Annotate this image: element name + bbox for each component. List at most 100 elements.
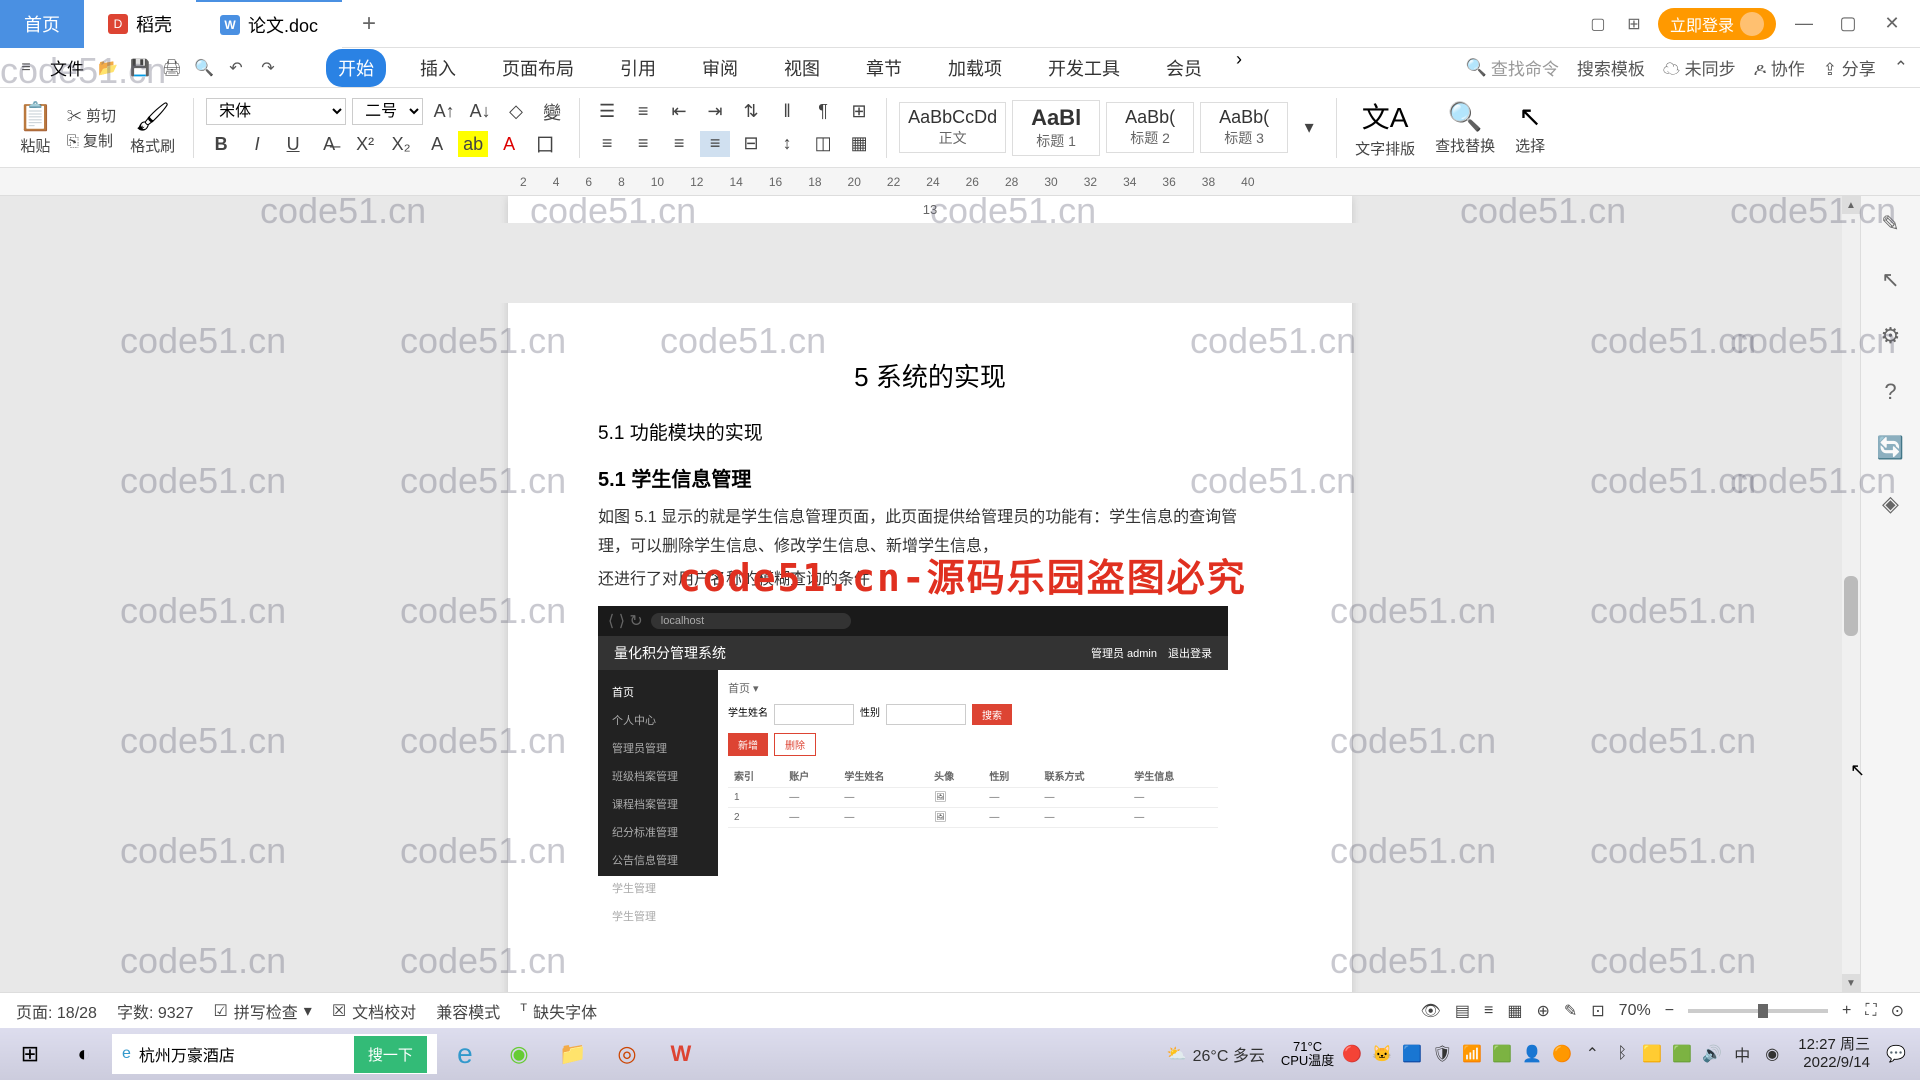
tray-icon[interactable]: 🐱 bbox=[1370, 1042, 1394, 1066]
ribbon-tab-addon[interactable]: 加载项 bbox=[936, 49, 1014, 87]
eye-icon[interactable]: 👁 bbox=[1421, 1001, 1441, 1021]
tab-home[interactable]: 首页 bbox=[0, 0, 84, 48]
spellcheck-button[interactable]: ☑ 拼写检查 ▾ bbox=[213, 999, 311, 1023]
style-normal[interactable]: AaBbCcDd正文 bbox=[899, 102, 1006, 153]
number-list-icon[interactable]: ≡ bbox=[628, 99, 658, 125]
zoom-fit-icon[interactable]: ⊡ bbox=[1591, 1001, 1604, 1021]
template-search[interactable]: 搜索模板 bbox=[1577, 55, 1645, 80]
style-h1[interactable]: AaBl标题 1 bbox=[1012, 100, 1100, 156]
align-left-icon[interactable]: ≡ bbox=[592, 131, 622, 157]
ribbon-tab-view[interactable]: 视图 bbox=[772, 49, 832, 87]
cut-button[interactable]: ✂ 剪切 bbox=[67, 105, 116, 126]
volume-icon[interactable]: 🔊 bbox=[1700, 1042, 1724, 1066]
weather-widget[interactable]: ⛅ 26°C 多云 bbox=[1157, 1042, 1275, 1066]
missing-font-button[interactable]: ᵀ 缺失字体 bbox=[520, 999, 597, 1023]
tray-icon[interactable]: 🛡 bbox=[1430, 1042, 1454, 1066]
tray-expand-icon[interactable]: ⌃ bbox=[1580, 1042, 1604, 1066]
grow-font-icon[interactable]: A↑ bbox=[429, 99, 459, 125]
taskbar-search[interactable]: e 搜一下 bbox=[112, 1034, 437, 1074]
view-outline-icon[interactable]: ≡ bbox=[1484, 1002, 1493, 1020]
select-icon[interactable]: ↖ bbox=[1875, 264, 1907, 296]
ribbon-tab-dev[interactable]: 开发工具 bbox=[1036, 49, 1132, 87]
print-icon[interactable]: 🖨 bbox=[158, 54, 186, 82]
ribbon-tab-review[interactable]: 审阅 bbox=[690, 49, 750, 87]
border-icon[interactable]: ▦ bbox=[844, 131, 874, 157]
tab-docshell[interactable]: D 稻壳 bbox=[84, 0, 196, 48]
word-count[interactable]: 字数: 9327 bbox=[117, 999, 194, 1023]
redo-icon[interactable]: ↷ bbox=[254, 54, 282, 82]
grid-icon[interactable]: ⊞ bbox=[1622, 12, 1646, 36]
highlight-button[interactable]: ab bbox=[458, 131, 488, 157]
settings-icon[interactable]: ⚙ bbox=[1875, 320, 1907, 352]
wifi-icon[interactable]: 📶 bbox=[1460, 1042, 1484, 1066]
pencil-icon[interactable]: ✎ bbox=[1875, 208, 1907, 240]
tray-icon[interactable]: 🔴 bbox=[1340, 1042, 1364, 1066]
align-justify-icon[interactable]: ≡ bbox=[700, 131, 730, 157]
align-right-icon[interactable]: ≡ bbox=[664, 131, 694, 157]
phonetic-icon[interactable]: 變 bbox=[537, 99, 567, 125]
italic-button[interactable]: I bbox=[242, 131, 272, 157]
expand-icon[interactable]: ⊙ bbox=[1891, 1001, 1904, 1021]
tray-icon[interactable]: 👤 bbox=[1520, 1042, 1544, 1066]
page-indicator[interactable]: 页面: 18/28 bbox=[16, 999, 97, 1023]
collab-button[interactable]: ዶ 协作 bbox=[1754, 55, 1805, 80]
tray-icon[interactable]: 🟩 bbox=[1670, 1042, 1694, 1066]
browser-icon[interactable]: ◉ bbox=[493, 1032, 545, 1076]
undo-icon[interactable]: ↶ bbox=[222, 54, 250, 82]
translate-icon[interactable]: 🔄 bbox=[1875, 432, 1907, 464]
app-icon[interactable]: ◎ bbox=[601, 1032, 653, 1076]
bullet-list-icon[interactable]: ☰ bbox=[592, 99, 622, 125]
document-area[interactable]: 13 5 系统的实现 5.1 功能模块的实现 code51.cn-源码乐园盗图必… bbox=[0, 196, 1860, 1028]
strikethrough-button[interactable]: A̶ bbox=[314, 131, 344, 157]
wps-taskbar-icon[interactable]: W bbox=[655, 1032, 707, 1076]
diamond-icon[interactable]: ◈ bbox=[1875, 488, 1907, 520]
help-icon[interactable]: ? bbox=[1875, 376, 1907, 408]
collapse-ribbon-icon[interactable]: ⌃ bbox=[1894, 58, 1908, 78]
vertical-scrollbar[interactable]: ▲ ▼ bbox=[1842, 196, 1860, 992]
notification-icon[interactable]: 💬 bbox=[1884, 1042, 1908, 1066]
zoom-slider[interactable] bbox=[1688, 1009, 1828, 1013]
distribute-icon[interactable]: ⊟ bbox=[736, 131, 766, 157]
font-color-button[interactable]: A bbox=[494, 131, 524, 157]
view-read-icon[interactable]: ⊕ bbox=[1536, 1001, 1549, 1021]
ruler[interactable]: 246810121416182022242628303234363840 bbox=[0, 168, 1920, 196]
align-center-icon[interactable]: ≡ bbox=[628, 131, 658, 157]
char-border-button[interactable]: 囗 bbox=[530, 131, 560, 157]
close-button[interactable]: ✕ bbox=[1876, 8, 1908, 40]
tray-icon[interactable]: 🟦 bbox=[1400, 1042, 1424, 1066]
proofread-button[interactable]: ☒ 文档校对 bbox=[332, 999, 416, 1023]
view-page-icon[interactable]: ▤ bbox=[1455, 1001, 1470, 1021]
increase-indent-icon[interactable]: ⇥ bbox=[700, 99, 730, 125]
line-spacing-icon[interactable]: ‖ bbox=[772, 99, 802, 125]
minimize-button[interactable]: — bbox=[1788, 8, 1820, 40]
bold-button[interactable]: B bbox=[206, 131, 236, 157]
file-menu[interactable]: 文件 bbox=[44, 55, 90, 80]
text-effect-button[interactable]: A bbox=[422, 131, 452, 157]
select-button[interactable]: ↖ 选择 bbox=[1509, 100, 1551, 156]
ribbon-overflow-icon[interactable]: › bbox=[1236, 49, 1242, 87]
view-web-icon[interactable]: ▦ bbox=[1507, 1001, 1522, 1021]
bluetooth-icon[interactable]: ᛒ bbox=[1610, 1042, 1634, 1066]
format-brush-button[interactable]: 🖌 格式刷 bbox=[124, 100, 181, 156]
share-button[interactable]: ⇪ 分享 bbox=[1823, 55, 1876, 80]
clear-format-icon[interactable]: ◇ bbox=[501, 99, 531, 125]
command-search[interactable]: 🔍 查找命令 bbox=[1466, 55, 1559, 80]
ribbon-tab-start[interactable]: 开始 bbox=[326, 49, 386, 87]
task-icon[interactable]: ◐ bbox=[58, 1032, 110, 1076]
paste-button[interactable]: 📋 粘贴 bbox=[12, 100, 59, 156]
style-h2[interactable]: AaBb(标题 2 bbox=[1106, 102, 1194, 153]
superscript-button[interactable]: X² bbox=[350, 131, 380, 157]
tray-icon[interactable]: 🟠 bbox=[1550, 1042, 1574, 1066]
login-button[interactable]: 立即登录 bbox=[1658, 8, 1776, 40]
zoom-in-button[interactable]: + bbox=[1842, 1002, 1851, 1020]
scroll-thumb[interactable] bbox=[1844, 576, 1858, 636]
sync-status[interactable]: ☁ 未同步 bbox=[1663, 55, 1736, 80]
clock[interactable]: 12:27 周三 2022/9/14 bbox=[1790, 1036, 1878, 1072]
ribbon-tab-reference[interactable]: 引用 bbox=[608, 49, 668, 87]
tab-icon[interactable]: ⊞ bbox=[844, 99, 874, 125]
tray-icon[interactable]: ◉ bbox=[1760, 1042, 1784, 1066]
maximize-button[interactable]: ▢ bbox=[1832, 8, 1864, 40]
open-icon[interactable]: 📂 bbox=[94, 54, 122, 82]
copy-button[interactable]: ⎘ 复制 bbox=[67, 130, 116, 151]
font-select[interactable]: 宋体 bbox=[206, 98, 346, 125]
